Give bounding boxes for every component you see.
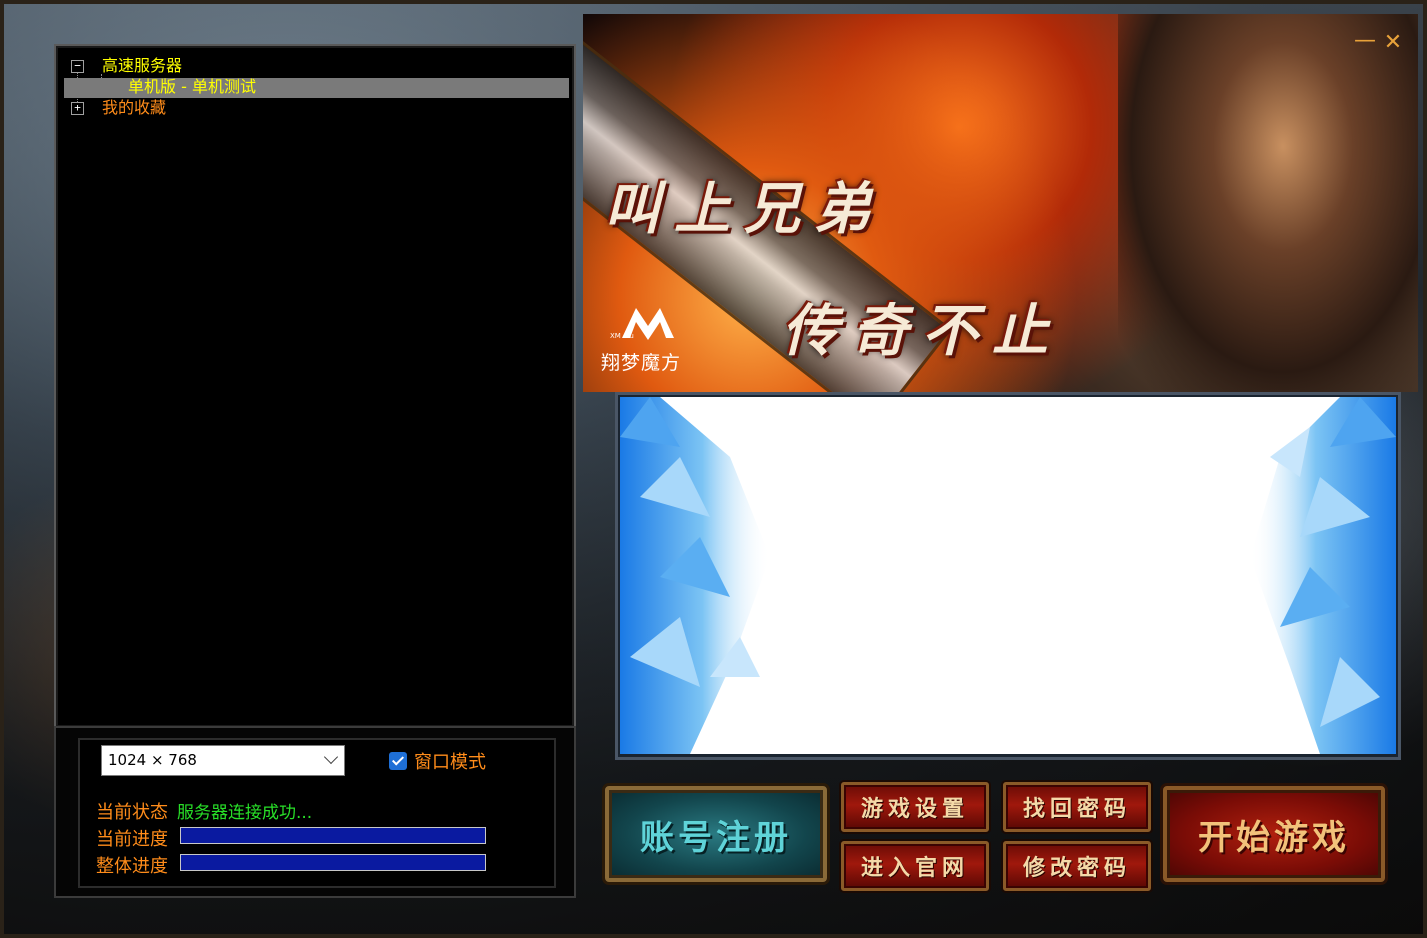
minimize-icon[interactable]: — xyxy=(1354,30,1376,54)
blue-triangle-pattern xyxy=(620,397,1396,754)
tree-node-fast-servers[interactable]: 高速服务器 xyxy=(102,56,182,76)
window-mode-label[interactable]: 窗口模式 xyxy=(414,748,486,774)
current-progress-bar xyxy=(180,827,486,844)
start-game-button[interactable]: 开始游戏 xyxy=(1163,786,1385,882)
slogan-line-1: 叫上兄弟 xyxy=(604,176,884,242)
launcher-window: − 高速服务器 单机版 - 单机测试 + 我的收藏 1024 × 768 窗口模… xyxy=(0,0,1427,938)
brand-name: 翔梦魔方 xyxy=(601,352,682,374)
close-icon[interactable]: ✕ xyxy=(1382,32,1404,54)
window-mode-checkbox[interactable] xyxy=(389,752,407,770)
status-value: 服务器连接成功... xyxy=(177,803,313,823)
change-password-button[interactable]: 修改密码 xyxy=(1003,841,1151,891)
overall-progress-label: 整体进度 xyxy=(96,856,168,877)
register-account-button[interactable]: 账号注册 xyxy=(605,786,827,882)
recover-password-button[interactable]: 找回密码 xyxy=(1003,782,1151,832)
slogan-line-2: 传奇不止 xyxy=(782,298,1062,364)
tree-node-favorites[interactable]: 我的收藏 xyxy=(102,98,166,118)
chevron-down-icon[interactable] xyxy=(323,749,339,765)
tree-node-single-test[interactable]: 单机版 - 单机测试 xyxy=(128,77,256,97)
notice-panel[interactable] xyxy=(620,397,1396,754)
current-progress-label: 当前进度 xyxy=(96,829,168,850)
overall-progress-bar xyxy=(180,854,486,871)
collapse-toggle-icon[interactable]: − xyxy=(71,60,84,73)
resolution-value: 1024 × 768 xyxy=(108,751,197,769)
server-tree-panel[interactable]: − 高速服务器 单机版 - 单机测试 + 我的收藏 xyxy=(54,44,576,729)
game-settings-button[interactable]: 游戏设置 xyxy=(841,782,989,832)
status-label: 当前状态 xyxy=(96,802,168,823)
resolution-select[interactable]: 1024 × 768 xyxy=(101,745,345,776)
expand-toggle-icon[interactable]: + xyxy=(71,102,84,115)
official-site-button[interactable]: 进入官网 xyxy=(841,841,989,891)
warrior-artwork xyxy=(1118,14,1418,392)
brand-logo-small-text: XM cfu xyxy=(610,332,634,340)
